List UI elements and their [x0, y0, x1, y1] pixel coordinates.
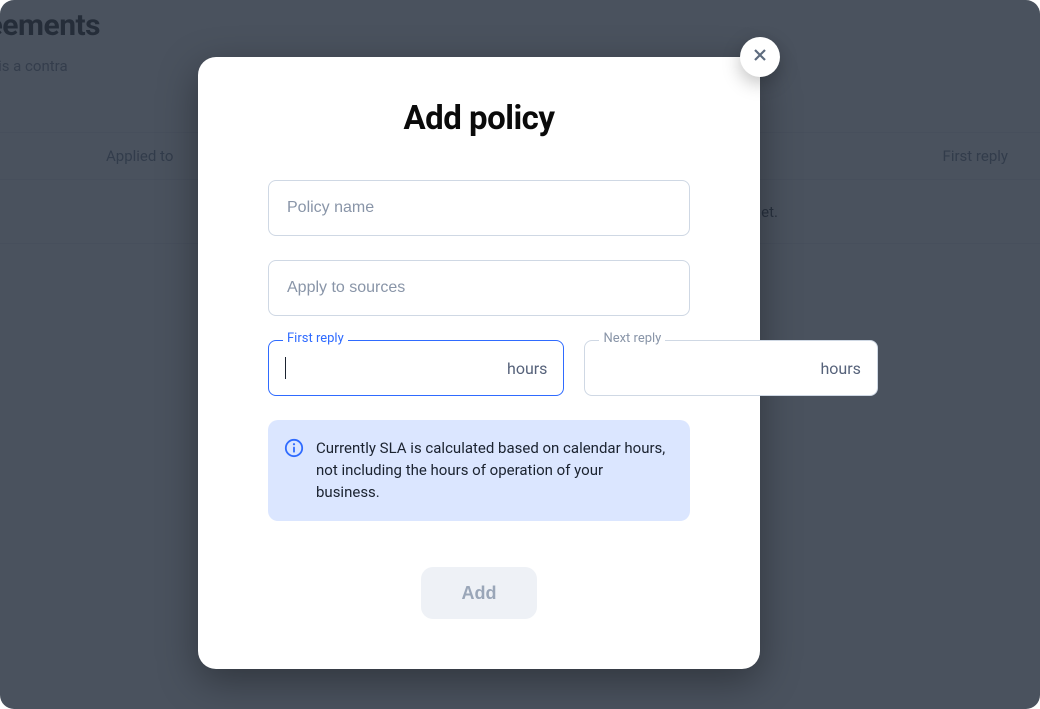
info-icon [284, 438, 304, 458]
next-reply-field[interactable]: Next reply hours [584, 340, 877, 396]
close-button[interactable] [740, 37, 780, 77]
first-reply-input[interactable] [286, 341, 507, 395]
policy-name-input[interactable] [268, 180, 690, 236]
close-icon [752, 47, 768, 67]
info-banner: Currently SLA is calculated based on cal… [268, 420, 690, 521]
modal-title: Add policy [268, 99, 690, 138]
hours-unit: hours [507, 359, 563, 378]
apply-to-sources-input[interactable] [268, 260, 690, 316]
add-button[interactable]: Add [421, 567, 537, 619]
first-reply-field[interactable]: First reply hours [268, 340, 564, 396]
next-reply-input[interactable] [585, 341, 820, 395]
hours-unit: hours [820, 359, 876, 378]
info-text: Currently SLA is calculated based on cal… [316, 439, 665, 501]
first-reply-label: First reply [283, 332, 348, 345]
next-reply-label: Next reply [599, 332, 665, 345]
add-policy-modal: Add policy First reply hours Next reply … [198, 57, 760, 669]
